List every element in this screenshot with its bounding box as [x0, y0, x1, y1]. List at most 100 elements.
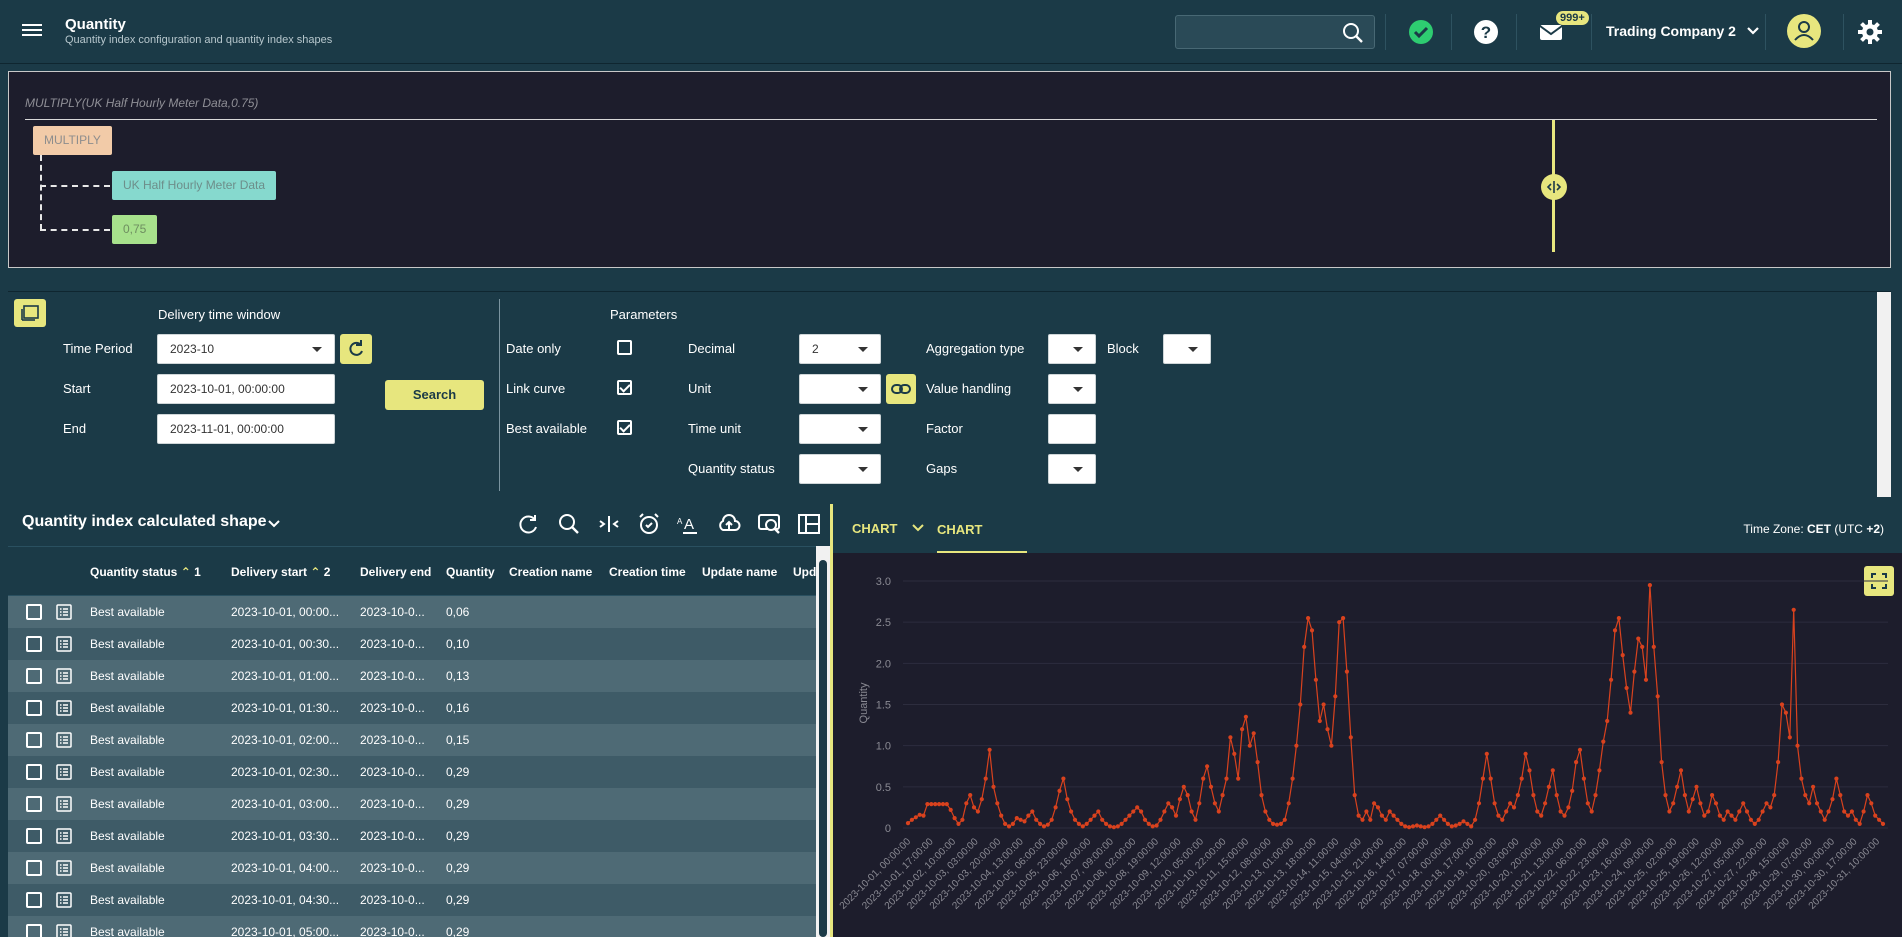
row-details-icon[interactable]: [56, 892, 72, 908]
layout-icon[interactable]: [797, 512, 821, 536]
filter-scrollbar[interactable]: [1877, 292, 1891, 497]
data-point: [1352, 793, 1357, 798]
divider: [1385, 14, 1386, 50]
row-checkbox[interactable]: [26, 636, 42, 652]
table-row[interactable]: Best available 2023-10-01, 02:30... 2023-1…: [8, 756, 816, 788]
alarm-icon[interactable]: [637, 512, 661, 536]
block-select[interactable]: [1163, 334, 1211, 364]
data-point: [1822, 817, 1827, 822]
search-icon[interactable]: [557, 512, 581, 536]
time-period-select[interactable]: 2023-10: [157, 334, 335, 364]
row-checkbox[interactable]: [26, 924, 42, 937]
table-row[interactable]: Best available 2023-10-01, 03:30... 2023-1…: [8, 820, 816, 852]
column-header-delivery-start[interactable]: Delivery start ⌃ 2: [231, 565, 330, 579]
chevron-down-icon[interactable]: [266, 516, 282, 532]
row-details-icon[interactable]: [56, 636, 72, 652]
row-details-icon[interactable]: [56, 860, 72, 876]
row-details-icon[interactable]: [56, 828, 72, 844]
gear-icon[interactable]: [1857, 19, 1883, 45]
end-input[interactable]: 2023-11-01, 00:00:00: [157, 414, 335, 444]
date-only-checkbox[interactable]: [617, 340, 632, 355]
column-header-delivery-end[interactable]: Delivery end: [360, 565, 431, 579]
formula-node-operator[interactable]: MULTIPLY: [33, 126, 112, 155]
avatar[interactable]: [1787, 14, 1821, 48]
table-row[interactable]: Best available 2023-10-01, 01:30... 2023-1…: [8, 692, 816, 724]
data-point: [1511, 805, 1517, 810]
unit-select[interactable]: [799, 374, 881, 404]
chart-type-dropdown[interactable]: CHART: [852, 521, 925, 536]
tab-chart[interactable]: CHART: [937, 522, 983, 537]
time-unit-select[interactable]: [799, 414, 881, 444]
aggregation-type-select[interactable]: [1048, 334, 1096, 364]
row-details-icon[interactable]: [56, 700, 72, 716]
row-details-icon[interactable]: [56, 604, 72, 620]
row-details-icon[interactable]: [56, 924, 72, 937]
row-details-icon[interactable]: [56, 796, 72, 812]
table-row[interactable]: Best available 2023-10-01, 02:00... 2023-1…: [8, 724, 816, 756]
value-handling-select[interactable]: [1048, 374, 1096, 404]
row-details-icon[interactable]: [56, 764, 72, 780]
quantity-line-chart[interactable]: 00.51.01.52.02.53.0Quantity2023-10-01, 0…: [833, 553, 1902, 937]
decimal-select[interactable]: 2: [799, 334, 881, 364]
column-resize-icon[interactable]: [597, 512, 621, 536]
data-point: [971, 805, 977, 810]
column-header-quantity-status[interactable]: Quantity status ⌃ 1: [90, 565, 201, 579]
search-input[interactable]: [1175, 15, 1375, 49]
search-button[interactable]: Search: [385, 380, 484, 410]
data-point: [1752, 821, 1757, 826]
status-ok-icon[interactable]: [1408, 19, 1434, 45]
column-header-creation-name[interactable]: Creation name: [509, 565, 592, 579]
help-icon[interactable]: ?: [1473, 19, 1499, 45]
start-input[interactable]: 2023-10-01, 00:00:00: [157, 374, 335, 404]
table-scrollbar[interactable]: [816, 546, 830, 937]
table-row[interactable]: Best available 2023-10-01, 00:00... 2023-1…: [8, 596, 816, 628]
data-point: [1267, 817, 1272, 822]
row-checkbox[interactable]: [26, 764, 42, 780]
scrollbar-thumb[interactable]: [819, 560, 827, 937]
cloud-upload-icon[interactable]: [717, 512, 741, 536]
menu-icon[interactable]: [22, 21, 42, 41]
row-checkbox[interactable]: [26, 700, 42, 716]
row-checkbox[interactable]: [26, 604, 42, 620]
link-unit-button[interactable]: [886, 374, 916, 404]
table-row[interactable]: Best available 2023-10-01, 01:00... 2023-1…: [8, 660, 816, 692]
data-point: [1173, 813, 1179, 818]
formula-node-input[interactable]: UK Half Hourly Meter Data: [112, 171, 277, 200]
row-checkbox[interactable]: [26, 732, 42, 748]
row-checkbox[interactable]: [26, 860, 42, 876]
search-icon[interactable]: [1342, 22, 1364, 44]
formula-node-factor[interactable]: 0,75: [112, 215, 158, 244]
data-point: [1772, 793, 1777, 798]
row-checkbox[interactable]: [26, 796, 42, 812]
row-details-icon[interactable]: [56, 668, 72, 684]
column-header-update-time[interactable]: Upd: [793, 565, 816, 579]
column-header-update-name[interactable]: Update name: [702, 565, 777, 579]
column-header-creation-time[interactable]: Creation time: [609, 565, 686, 579]
search-panel-icon[interactable]: [757, 512, 781, 536]
refresh-button[interactable]: [340, 334, 372, 364]
gaps-select[interactable]: [1048, 454, 1096, 484]
factor-input[interactable]: [1048, 414, 1096, 444]
table-row[interactable]: Best available 2023-10-01, 03:00... 2023-1…: [8, 788, 816, 820]
row-checkbox[interactable]: [26, 668, 42, 684]
text-format-icon[interactable]: A A: [675, 512, 699, 536]
column-header-quantity[interactable]: Quantity: [446, 565, 495, 579]
row-details-icon[interactable]: [56, 732, 72, 748]
company-selector[interactable]: Trading Company 2: [1606, 23, 1760, 39]
row-checkbox[interactable]: [26, 892, 42, 908]
reload-icon[interactable]: [517, 512, 541, 536]
table-row[interactable]: Best available 2023-10-01, 04:00... 2023-1…: [8, 852, 816, 884]
link-curve-checkbox[interactable]: [617, 380, 632, 395]
best-available-checkbox[interactable]: [617, 420, 632, 435]
table-row[interactable]: Best available 2023-10-01, 05:00... 2023-1…: [8, 916, 816, 937]
splitter-handle[interactable]: [1541, 174, 1567, 200]
data-point: [948, 807, 953, 812]
filter-toggle-button[interactable]: [14, 299, 46, 327]
table-row[interactable]: Best available 2023-10-01, 04:30... 2023-1…: [8, 884, 816, 916]
table-row[interactable]: Best available 2023-10-01, 00:30... 2023-1…: [8, 628, 816, 660]
data-point: [1298, 702, 1303, 707]
row-checkbox[interactable]: [26, 828, 42, 844]
cell-quantity: 0,10: [446, 637, 470, 651]
sort-asc-icon: ⌃: [310, 565, 324, 579]
quantity-status-select[interactable]: [799, 454, 881, 484]
